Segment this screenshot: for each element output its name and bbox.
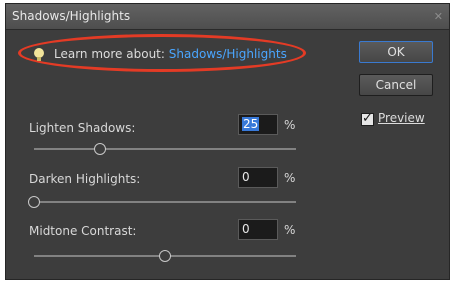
lighten-shadows-slider-knob[interactable] [93,143,106,155]
darken-highlights-label: Darken Highlights: [29,172,141,186]
ok-button[interactable]: OK [359,41,433,63]
lighten-shadows-label: Lighten Shadows: [29,121,136,135]
close-icon[interactable]: ✕ [434,10,443,23]
learn-more-link[interactable]: Shadows/Highlights [169,47,287,61]
darken-highlights-slider-knob[interactable] [28,196,40,208]
midtone-contrast-unit: % [284,223,296,237]
darken-highlights-input[interactable]: 0 [238,167,278,188]
preview-checkbox[interactable]: ✓ [361,111,374,126]
lighten-shadows-track[interactable] [34,148,296,150]
darken-highlights-unit: % [284,171,296,185]
lighten-shadows-input[interactable]: 25 [238,114,278,135]
lighten-shadows-unit: % [284,118,296,132]
midtone-contrast-input[interactable]: 0 [238,219,278,240]
midtone-contrast-label: Midtone Contrast: [29,224,137,238]
darken-highlights-track[interactable] [34,201,296,203]
cancel-button[interactable]: Cancel [359,74,433,96]
learn-more-label: Learn more about: [54,47,165,61]
dialog-title: Shadows/Highlights [12,9,131,23]
learn-more-line: Learn more about: Shadows/Highlights [54,47,287,61]
lightbulb-icon [32,47,46,63]
midtone-contrast-slider-knob[interactable] [159,250,171,262]
checkmark-icon: ✓ [362,111,373,126]
preview-label[interactable]: Preview [378,111,425,125]
title-bar[interactable]: Shadows/Highlights ✕ [6,4,449,30]
